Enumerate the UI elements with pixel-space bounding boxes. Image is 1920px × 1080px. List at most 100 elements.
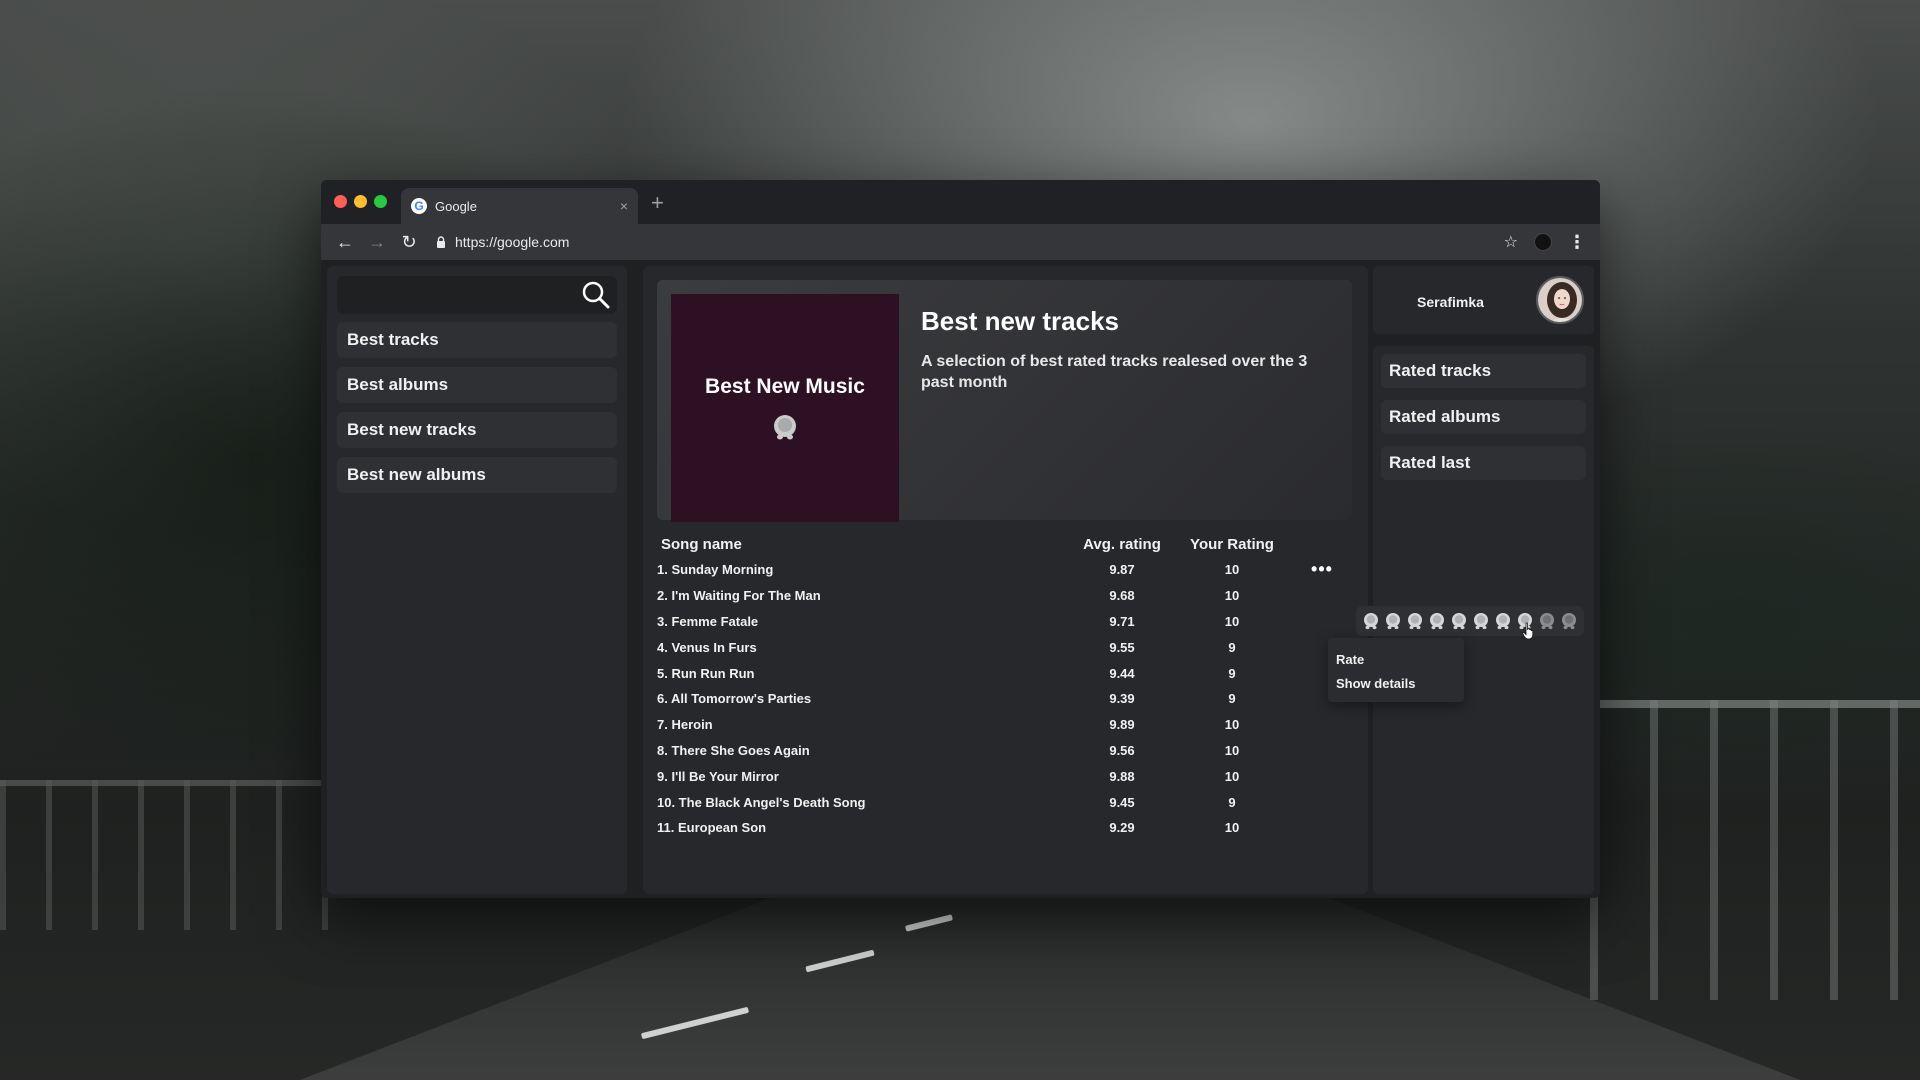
your-rating: 9 xyxy=(1228,794,1236,810)
avg-rating: 9.89 xyxy=(1109,717,1135,733)
table-row[interactable]: 5. Run Run Run 9.44 9 xyxy=(657,660,1357,686)
cover-title: Best New Music xyxy=(705,375,865,398)
song-name: 8. There She Goes Again xyxy=(657,742,810,758)
your-rating: 10 xyxy=(1224,820,1240,836)
bookmark-star-icon[interactable]: ☆ xyxy=(1504,232,1518,252)
rating-pig-icon[interactable] xyxy=(1538,612,1556,630)
table-row[interactable]: 2. I'm Waiting For The Man 9.68 10 xyxy=(657,583,1357,609)
table-row[interactable]: 10. The Black Angel's Death Song 9.45 9 xyxy=(657,789,1357,815)
rating-pig-icon[interactable] xyxy=(1384,612,1402,630)
avg-rating: 9.29 xyxy=(1109,820,1135,836)
browser-profile-icon[interactable] xyxy=(1534,233,1552,251)
song-name: 10. The Black Angel's Death Song xyxy=(657,794,866,810)
sidebar-item-best-new-tracks[interactable]: Best new tracks xyxy=(337,412,617,448)
pig-logo-icon xyxy=(774,415,796,440)
avg-rating: 9.55 xyxy=(1109,639,1135,655)
table-row[interactable]: 8. There She Goes Again 9.56 10 xyxy=(657,738,1357,764)
your-rating: 9 xyxy=(1228,665,1236,681)
context-menu-rate[interactable]: Rate xyxy=(1336,648,1456,672)
avg-rating: 9.87 xyxy=(1109,562,1135,578)
header-your-rating: Your Rating xyxy=(1190,535,1274,553)
search-input[interactable] xyxy=(337,276,617,314)
right-item-rated-tracks[interactable]: Rated tracks xyxy=(1381,354,1586,388)
avg-rating: 9.71 xyxy=(1109,613,1135,629)
back-arrow-icon[interactable]: ← xyxy=(329,232,361,253)
browser-tab[interactable]: G Google × xyxy=(401,188,638,224)
sidebar-item-best-albums[interactable]: Best albums xyxy=(337,367,617,403)
your-rating: 10 xyxy=(1224,717,1240,733)
tab-bar: G Google × + xyxy=(321,180,1600,224)
song-name: 1. Sunday Morning xyxy=(657,562,774,578)
guardrail-right xyxy=(1590,700,1920,1000)
right-item-rated-last[interactable]: Rated last xyxy=(1381,446,1586,480)
reload-icon[interactable]: ↻ xyxy=(393,232,425,253)
browser-menu-icon[interactable]: ⋮ xyxy=(1568,232,1586,253)
url-text: https://google.com xyxy=(455,234,570,250)
avg-rating: 9.44 xyxy=(1109,665,1135,681)
rating-picker[interactable] xyxy=(1356,606,1584,636)
new-tab-button[interactable]: + xyxy=(651,190,664,216)
rating-pig-icon[interactable] xyxy=(1560,612,1578,630)
song-name: 5. Run Run Run xyxy=(657,665,755,681)
forward-arrow-icon[interactable]: → xyxy=(361,232,393,253)
avatar[interactable] xyxy=(1536,276,1584,324)
google-favicon-icon: G xyxy=(411,198,427,214)
table-row[interactable]: 4. Venus In Furs 9.55 9 xyxy=(657,634,1357,660)
tab-close-icon[interactable]: × xyxy=(620,198,628,214)
maximize-window-button[interactable] xyxy=(374,195,387,208)
hand-cursor-icon xyxy=(1522,622,1534,640)
more-options-icon[interactable]: ••• xyxy=(1311,559,1333,579)
song-name: 3. Femme Fatale xyxy=(657,613,759,629)
song-name: 6. All Tomorrow's Parties xyxy=(657,691,812,707)
rating-pig-icon[interactable] xyxy=(1362,612,1380,630)
table-header: Song name Avg. rating Your Rating xyxy=(657,531,1357,557)
table-row[interactable]: 3. Femme Fatale 9.71 10 xyxy=(657,609,1357,635)
song-name: 4. Venus In Furs xyxy=(657,639,757,655)
sidebar-item-best-new-albums[interactable]: Best new albums xyxy=(337,457,617,493)
rating-pig-icon[interactable] xyxy=(1494,612,1512,630)
avg-rating: 9.88 xyxy=(1109,768,1135,784)
your-rating: 10 xyxy=(1224,613,1240,629)
sidebar-item-best-tracks[interactable]: Best tracks xyxy=(337,322,617,358)
your-rating: 9 xyxy=(1228,639,1236,655)
guardrail-left xyxy=(0,780,330,930)
table-row[interactable]: 9. I'll Be Your Mirror 9.88 10 xyxy=(657,763,1357,789)
rating-pig-icon[interactable] xyxy=(1472,612,1490,630)
table-row[interactable]: 7. Heroin 9.89 10 xyxy=(657,712,1357,738)
avg-rating: 9.68 xyxy=(1109,588,1135,604)
user-card[interactable]: Serafimka xyxy=(1373,266,1594,334)
tab-title: Google xyxy=(435,198,477,214)
your-rating: 10 xyxy=(1224,562,1240,578)
lock-icon xyxy=(437,236,445,248)
address-bar[interactable]: https://google.com xyxy=(435,228,1504,256)
context-menu-show-details[interactable]: Show details xyxy=(1336,672,1456,696)
rating-pig-icon[interactable] xyxy=(1406,612,1424,630)
your-rating: 10 xyxy=(1224,588,1240,604)
avg-rating: 9.45 xyxy=(1109,794,1135,810)
song-name: 9. I'll Be Your Mirror xyxy=(657,768,779,784)
page-description: A selection of best rated tracks realese… xyxy=(921,353,1308,391)
page-title: Best new tracks xyxy=(921,306,1119,336)
playlist-cover: Best New Music xyxy=(671,294,899,522)
app-content: Best tracks Best albums Best new tracks … xyxy=(321,260,1600,898)
song-name: 7. Heroin xyxy=(657,717,713,733)
table-row[interactable]: 6. All Tomorrow's Parties 9.39 9 xyxy=(657,686,1357,712)
minimize-window-button[interactable] xyxy=(354,195,367,208)
your-rating: 10 xyxy=(1224,768,1240,784)
close-window-button[interactable] xyxy=(334,195,347,208)
right-item-rated-albums[interactable]: Rated albums xyxy=(1381,400,1586,434)
table-row[interactable]: 1. Sunday Morning 9.87 10 ••• xyxy=(657,557,1357,583)
your-rating: 9 xyxy=(1228,691,1236,707)
rating-pig-icon[interactable] xyxy=(1450,612,1468,630)
browser-toolbar: ← → ↻ https://google.com ☆ ⋮ xyxy=(321,224,1600,260)
context-menu: Rate Show details xyxy=(1328,638,1464,702)
rating-pig-icon[interactable] xyxy=(1428,612,1446,630)
avg-rating: 9.56 xyxy=(1109,742,1135,758)
table-row[interactable]: 11. European Son 9.29 10 xyxy=(657,815,1357,841)
your-rating: 10 xyxy=(1224,742,1240,758)
song-name: 2. I'm Waiting For The Man xyxy=(657,588,821,604)
username: Serafimka xyxy=(1417,294,1484,310)
avg-rating: 9.39 xyxy=(1109,691,1135,707)
search-icon[interactable] xyxy=(581,280,611,310)
main-panel: Best New Music Best new tracks A selecti… xyxy=(643,266,1368,894)
